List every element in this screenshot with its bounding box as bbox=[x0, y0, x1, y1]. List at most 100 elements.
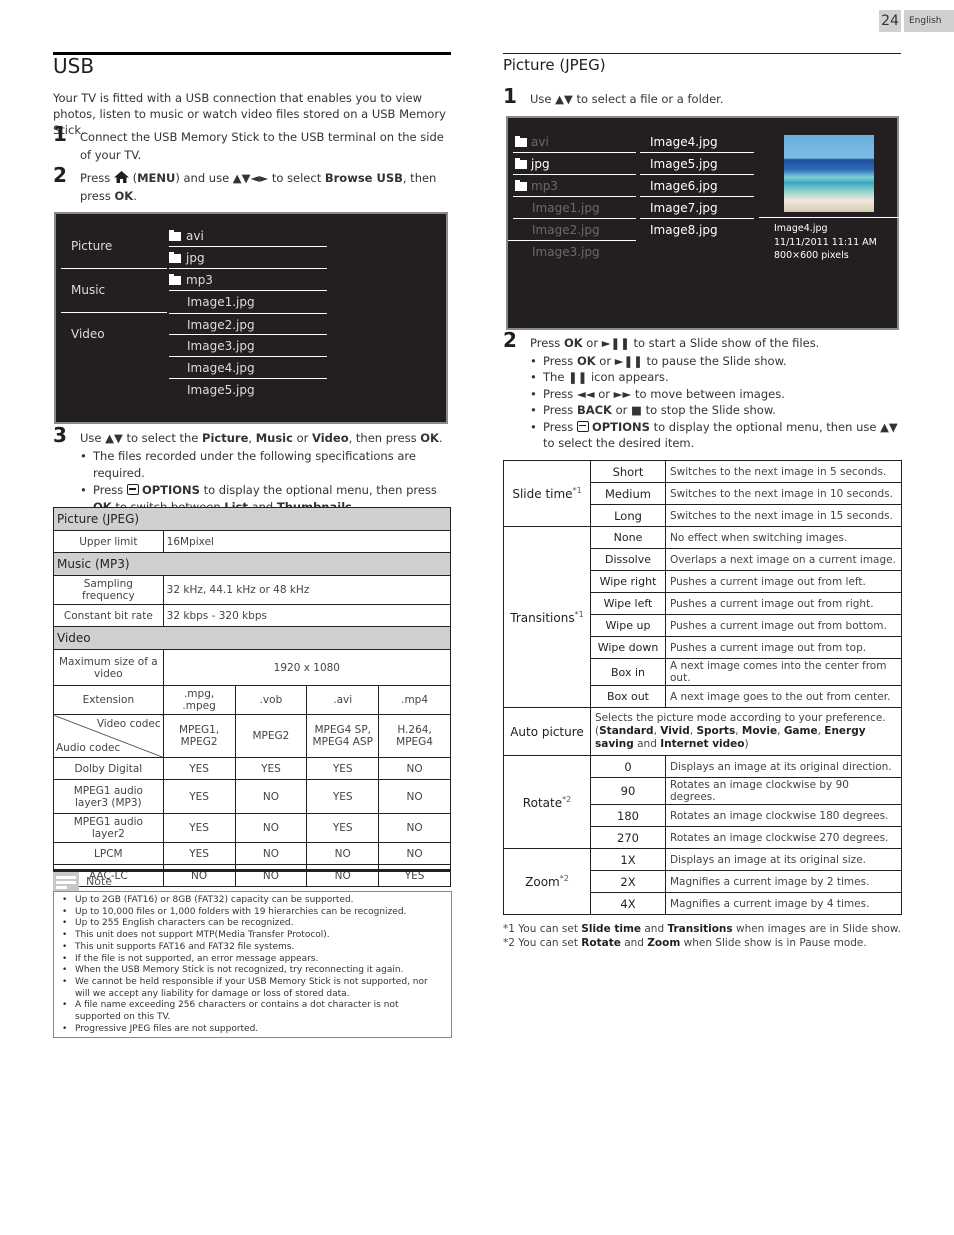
file-item[interactable]: Image6.jpg bbox=[640, 175, 754, 197]
picture-mode: Sports bbox=[696, 725, 736, 737]
note-item: We cannot be held responsible if your US… bbox=[62, 977, 443, 1000]
note-list: Up to 2GB (FAT16) or 8GB (FAT32) capacit… bbox=[53, 891, 452, 1038]
step-text: Press bbox=[80, 171, 111, 185]
step-1: 1 Connect the USB Memory Stick to the US… bbox=[53, 124, 450, 164]
menu-key: MENU bbox=[137, 171, 176, 185]
file-label: Image6.jpg bbox=[650, 179, 718, 193]
option-key: Wipe up bbox=[590, 614, 666, 637]
file-item[interactable]: mp3 bbox=[169, 269, 327, 291]
category-picture[interactable]: Picture bbox=[71, 239, 112, 253]
file-label: avi bbox=[531, 135, 549, 149]
option-key: 1X bbox=[590, 848, 666, 871]
file-item[interactable]: Image3.jpg bbox=[169, 335, 327, 357]
picture-mode: Vivid bbox=[660, 725, 690, 737]
bullet-text: Press bbox=[543, 403, 574, 418]
note-header: Note bbox=[53, 869, 451, 892]
slideshow-options-table: Slide time*1 Short Switches to the next … bbox=[503, 460, 902, 915]
divider bbox=[61, 312, 167, 313]
audio-codec-cell: MPEG1 audio layer2 bbox=[53, 813, 164, 843]
file-item[interactable]: Image1.jpg bbox=[513, 197, 636, 219]
option-key: Dissolve bbox=[590, 548, 666, 571]
note-item: This unit does not support MTP(Media Tra… bbox=[62, 930, 443, 942]
step-number: 3 bbox=[53, 423, 67, 447]
section-rule bbox=[503, 53, 901, 54]
footnote-text: when Slide show is in Pause mode. bbox=[683, 936, 867, 949]
option-desc: Switches to the next image in 15 seconds… bbox=[665, 504, 902, 527]
note-item: When the USB Memory Stick is not recogni… bbox=[62, 965, 443, 977]
file-item[interactable]: Image8.jpg bbox=[640, 219, 754, 241]
step-3: 3 Use ▲▼ to select the Picture, Music or… bbox=[53, 425, 452, 447]
category-video[interactable]: Video bbox=[71, 327, 105, 341]
file-item[interactable]: Image2.jpg bbox=[169, 313, 327, 335]
file-item[interactable]: mp3 bbox=[513, 175, 636, 197]
bullet-text: or ►❚❚ to pause the Slide show. bbox=[599, 354, 787, 368]
footnote-key: Slide time bbox=[581, 923, 642, 935]
file-label: mp3 bbox=[186, 273, 213, 287]
step-text: Connect the USB Memory Stick to the USB … bbox=[80, 130, 444, 162]
options-key: OPTIONS bbox=[591, 419, 650, 434]
home-icon bbox=[113, 171, 129, 183]
file-item[interactable]: jpg bbox=[169, 247, 327, 269]
usb-browser-screen: Picture Music Video avi jpg mp3 Image1.j… bbox=[54, 212, 448, 424]
video-codec-label: Video codec bbox=[96, 718, 161, 730]
option-desc: Rotates an image clockwise 180 degrees. bbox=[665, 804, 902, 827]
step-text: , bbox=[248, 431, 253, 445]
footnote-key: Transitions bbox=[667, 923, 733, 935]
option-desc: Pushes a current image out from left. bbox=[665, 570, 902, 593]
step-2-bullets: Press OK or ►❚❚ to pause the Slide show.… bbox=[530, 353, 902, 451]
file-label: Image2.jpg bbox=[532, 223, 600, 237]
jpeg-browser-screen: avi jpg mp3 Image1.jpg Image2.jpg Image3… bbox=[506, 116, 899, 330]
footnote-text: and bbox=[624, 936, 644, 949]
table-section-header: Music (MP3) bbox=[53, 552, 451, 576]
section-title: Picture (JPEG) bbox=[503, 56, 606, 74]
footnote-text: and bbox=[644, 923, 665, 935]
step-number: 2 bbox=[53, 163, 67, 187]
options-key: OPTIONS bbox=[141, 483, 200, 497]
step-2: 2 Press (MENU) and use ▲▼◄► to select Br… bbox=[53, 165, 450, 205]
step-text: . bbox=[133, 189, 137, 203]
support-cell: NO bbox=[378, 842, 451, 865]
folder-icon bbox=[169, 252, 181, 263]
spec-label: Maximum size of a video bbox=[53, 649, 164, 686]
section-title: USB bbox=[53, 54, 95, 78]
option-key: Short bbox=[590, 460, 666, 483]
codec-diagonal-header: Video codec Audio codec bbox=[53, 714, 164, 758]
option-group: Rotate*2 bbox=[503, 755, 591, 849]
file-item[interactable]: Image4.jpg bbox=[640, 131, 754, 153]
step-text: . bbox=[438, 431, 443, 445]
note-icon bbox=[53, 872, 79, 892]
file-item[interactable]: Image2.jpg bbox=[508, 219, 636, 241]
option-key: Wipe left bbox=[590, 592, 666, 615]
option-desc: Rotates an image clockwise 270 degrees. bbox=[665, 826, 902, 849]
bullet-text: Press bbox=[543, 354, 574, 368]
video-key: Video bbox=[312, 431, 349, 445]
support-cell: YES bbox=[162, 757, 236, 780]
file-label: Image5.jpg bbox=[650, 157, 718, 171]
file-item[interactable]: Image3.jpg bbox=[513, 241, 636, 263]
video-codec-cell: H.264, MPEG4 bbox=[378, 714, 451, 758]
page-number: 24 bbox=[879, 10, 901, 32]
file-item[interactable]: Image7.jpg bbox=[640, 197, 754, 219]
footnote-key: Rotate bbox=[581, 936, 621, 949]
note-item: A file name exceeding 256 characters or … bbox=[62, 1000, 443, 1023]
file-item[interactable]: Image4.jpg bbox=[169, 357, 327, 379]
category-music[interactable]: Music bbox=[71, 283, 105, 297]
bullet-text: to display the optional menu, then press bbox=[203, 483, 437, 497]
file-item[interactable]: Image5.jpg bbox=[169, 379, 327, 401]
file-item[interactable]: avi bbox=[169, 225, 327, 247]
file-item[interactable]: avi bbox=[513, 131, 636, 153]
option-group: Zoom*2 bbox=[503, 848, 591, 915]
picture-mode: Standard bbox=[599, 725, 654, 737]
file-label: Image2.jpg bbox=[187, 318, 255, 332]
file-label: avi bbox=[186, 229, 204, 243]
option-key: 90 bbox=[590, 777, 666, 805]
file-item[interactable]: jpg bbox=[513, 153, 636, 175]
footnote-marker: *1 bbox=[572, 486, 582, 495]
bullet-item: Press OK or ►❚❚ to pause the Slide show. bbox=[530, 353, 902, 370]
option-group-label: Transitions bbox=[510, 610, 575, 625]
ok-key: OK bbox=[420, 431, 439, 445]
option-desc: Pushes a current image out from right. bbox=[665, 592, 902, 615]
file-item[interactable]: Image1.jpg bbox=[169, 291, 327, 313]
option-key: 180 bbox=[590, 804, 666, 827]
file-item[interactable]: Image5.jpg bbox=[640, 153, 754, 175]
